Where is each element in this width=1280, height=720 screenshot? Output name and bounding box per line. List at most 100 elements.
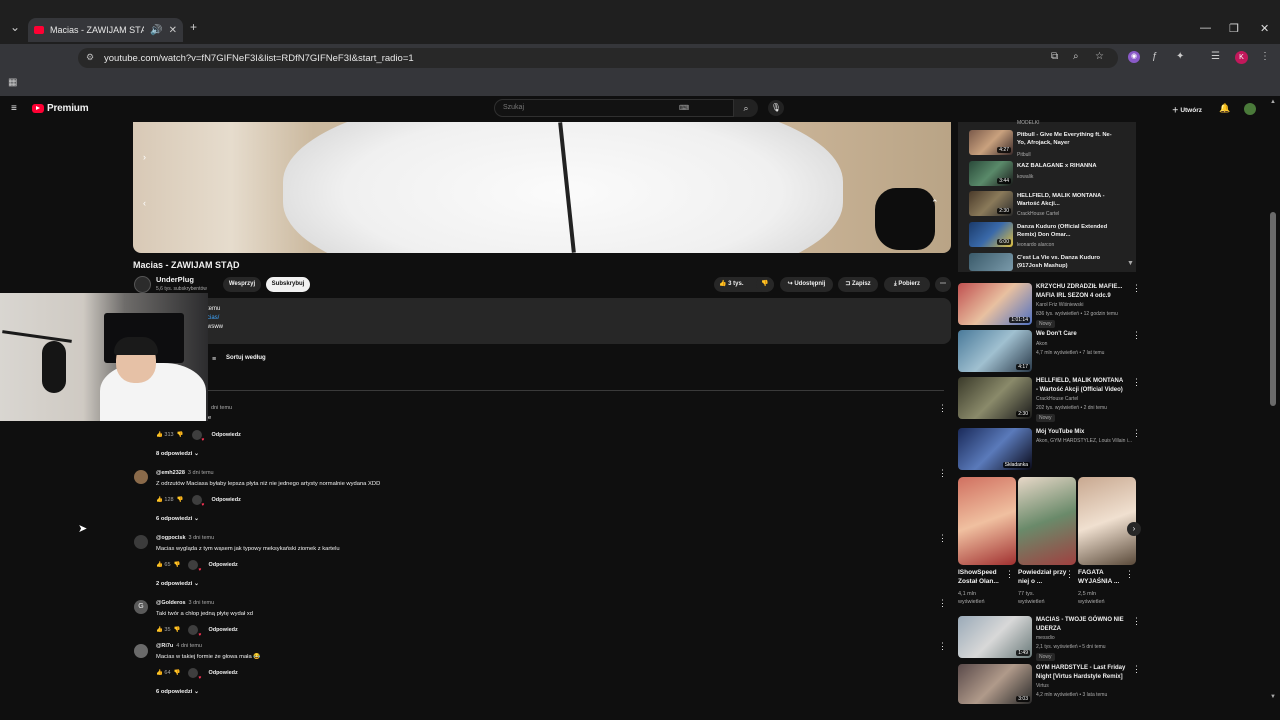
mix-item-1[interactable]: 4:27 Pitbull - Give Me Everything ft. Ne-… <box>969 130 1119 158</box>
comment-2-avatar[interactable] <box>134 470 148 484</box>
rec-item-6-menu-icon[interactable]: ⋮ <box>1132 664 1141 675</box>
zoom-icon[interactable]: ⌕ <box>1073 51 1079 62</box>
reading-list-icon[interactable]: ☰ <box>1211 51 1220 62</box>
mix-item-5[interactable]: C'est La Vie vs. Danza Kuduro (917Josh M… <box>969 253 1119 279</box>
tab-search-icon[interactable]: ⌄ <box>10 20 20 34</box>
comment-1-dislike-icon[interactable]: 👎 <box>177 432 184 438</box>
speaker-icon[interactable]: 🔊 <box>150 25 162 36</box>
comment-1-reply-button[interactable]: Odpowiedz <box>212 432 241 438</box>
extension-f-icon[interactable]: ƒ <box>1152 51 1158 62</box>
mix-item-3[interactable]: 2:30 HELLFIELD, MALIK MONTANA - Wartość A… <box>969 191 1119 217</box>
rec-item-2-menu-icon[interactable]: ⋮ <box>1132 330 1141 341</box>
tab-close-icon[interactable]: ✕ <box>169 25 177 36</box>
mix-scroll-down-icon[interactable]: ▼ <box>1127 260 1134 267</box>
player-next-icon[interactable]: ⌃ <box>931 198 939 209</box>
short-1-thumb[interactable] <box>958 477 1016 565</box>
comment-3-avatar[interactable] <box>134 535 148 549</box>
dislike-button[interactable]: 👎 <box>756 277 774 292</box>
menu-hamburger-icon[interactable]: ≡ <box>11 103 17 114</box>
short-1-menu-icon[interactable]: ⋮ <box>1005 569 1014 580</box>
rec-item-3-menu-icon[interactable]: ⋮ <box>1132 377 1141 388</box>
comment-3-user[interactable]: @ogpocisk <box>156 535 186 541</box>
comment-3-dislike-icon[interactable]: 👎 <box>174 562 181 568</box>
apps-grid-icon[interactable]: ▦ <box>8 77 17 88</box>
extension-icon[interactable]: ◉ <box>1128 51 1140 63</box>
rec-item-1-menu-icon[interactable]: ⋮ <box>1132 283 1141 294</box>
comment-5-like-icon[interactable]: 👍 <box>156 670 163 676</box>
page-scrollbar[interactable] <box>1270 212 1276 406</box>
comment-2-dislike-icon[interactable]: 👎 <box>177 497 184 503</box>
comment-1-like-icon[interactable]: 👍 <box>156 432 163 438</box>
site-info-icon[interactable]: ⚙ <box>86 52 94 63</box>
description-line-2[interactable]: cias/ <box>207 315 219 321</box>
comment-3-menu-icon[interactable]: ⋮ <box>938 533 947 544</box>
search-input[interactable]: Szukaj <box>494 99 734 117</box>
comment-5-menu-icon[interactable]: ⋮ <box>938 641 947 652</box>
scroll-up-icon[interactable]: ▲ <box>1270 99 1276 105</box>
comment-1-replies[interactable]: 8 odpowiedzi ⌄ <box>156 451 199 457</box>
short-2-menu-icon[interactable]: ⋮ <box>1065 569 1074 580</box>
account-avatar[interactable] <box>1244 103 1256 115</box>
comment-5-replies[interactable]: 6 odpowiedzi ⌄ <box>156 689 199 695</box>
create-button[interactable]: ＋ Utwórz <box>1172 104 1202 114</box>
player-expand-icon[interactable]: › <box>143 152 146 162</box>
scroll-down-icon[interactable]: ▼ <box>1270 694 1276 700</box>
comment-5-user[interactable]: @Ri7u <box>156 643 173 649</box>
comment-4-like-icon[interactable]: 👍 <box>156 627 163 633</box>
more-actions-button[interactable]: ⋯ <box>935 277 951 292</box>
comment-2-replies[interactable]: 6 odpowiedzi ⌄ <box>156 516 199 522</box>
support-button[interactable]: Wesprzyj <box>223 277 261 292</box>
rec-item-5-menu-icon[interactable]: ⋮ <box>1132 616 1141 627</box>
channel-avatar[interactable] <box>134 276 151 293</box>
comment-3-like-icon[interactable]: 👍 <box>156 562 163 568</box>
mix-item-2[interactable]: 3:44 KAZ BALAGANE x RIHANNA kowalik <box>969 161 1119 187</box>
url-field[interactable]: ⚙ youtube.com/watch?v=fN7GIFNeF3I&list=R… <box>78 48 1118 68</box>
mix-item-0[interactable]: MODELKI <box>969 118 1119 126</box>
subscribe-button[interactable]: Subskrybuj <box>266 277 310 292</box>
search-button[interactable]: ⌕ <box>734 99 758 117</box>
channel-name[interactable]: UnderPlug <box>156 275 194 284</box>
rec-item-4-menu-icon[interactable]: ⋮ <box>1132 428 1141 439</box>
player-prev-icon[interactable]: ‹ <box>143 198 146 208</box>
comment-4-reply-button[interactable]: Odpowiedz <box>208 627 237 633</box>
profile-avatar[interactable]: K <box>1235 51 1248 64</box>
browser-menu-icon[interactable]: ⋮ <box>1260 51 1270 62</box>
comment-3-reply-button[interactable]: Odpowiedz <box>208 562 237 568</box>
maximize-icon[interactable]: ❐ <box>1229 22 1239 35</box>
video-player[interactable]: › ‹ ⌃ <box>133 122 951 253</box>
comment-4-dislike-icon[interactable]: 👎 <box>174 627 181 633</box>
sort-button[interactable]: Sortuj według <box>226 355 266 361</box>
short-3-menu-icon[interactable]: ⋮ <box>1125 569 1134 580</box>
comment-2-reply-button[interactable]: Odpowiedz <box>212 497 241 503</box>
short-3-thumb[interactable] <box>1078 477 1136 565</box>
download-button[interactable]: ⤓ Pobierz <box>884 277 930 292</box>
mix-item-4[interactable]: 6:00 Danza Kuduro (Official Extended Remi… <box>969 222 1119 248</box>
description-box[interactable] <box>133 298 951 344</box>
voice-search-mic-icon[interactable]: 🎙 <box>768 100 784 116</box>
comment-4-menu-icon[interactable]: ⋮ <box>938 598 947 609</box>
share-button[interactable]: ↪ Udostępnij <box>780 277 833 292</box>
notifications-bell-icon[interactable]: 🔔 <box>1219 103 1230 114</box>
keyboard-icon[interactable]: ⌨ <box>679 104 689 112</box>
comment-1-menu-icon[interactable]: ⋮ <box>938 403 947 414</box>
comment-2-user[interactable]: @emh2328 <box>156 470 185 476</box>
comment-3-replies[interactable]: 2 odpowiedzi ⌄ <box>156 581 199 587</box>
short-2-thumb[interactable] <box>1018 477 1076 565</box>
close-window-icon[interactable]: ✕ <box>1260 22 1269 35</box>
shorts-next-chevron-icon[interactable]: › <box>1127 522 1141 536</box>
save-button[interactable]: ⊐ Zapisz <box>838 277 878 292</box>
extensions-puzzle-icon[interactable]: ✦ <box>1176 51 1184 62</box>
comment-2-menu-icon[interactable]: ⋮ <box>938 468 947 479</box>
bookmark-star-icon[interactable]: ☆ <box>1095 51 1104 62</box>
browser-tab[interactable]: Macias - ZAWIJAM STĄD - Y 🔊 ✕ <box>28 18 183 42</box>
comment-5-avatar[interactable] <box>134 644 148 658</box>
comment-2-like-icon[interactable]: 👍 <box>156 497 163 503</box>
comment-4-user[interactable]: @Golderos <box>156 600 186 606</box>
install-app-icon[interactable]: ⧉ <box>1051 51 1058 62</box>
comment-5-dislike-icon[interactable]: 👎 <box>174 670 181 676</box>
minimize-icon[interactable]: — <box>1200 22 1211 34</box>
comment-4-avatar[interactable]: G <box>134 600 148 614</box>
comment-5-reply-button[interactable]: Odpowiedz <box>208 670 237 676</box>
youtube-logo[interactable]: Premium <box>32 103 89 114</box>
new-tab-icon[interactable]: + <box>190 20 197 34</box>
